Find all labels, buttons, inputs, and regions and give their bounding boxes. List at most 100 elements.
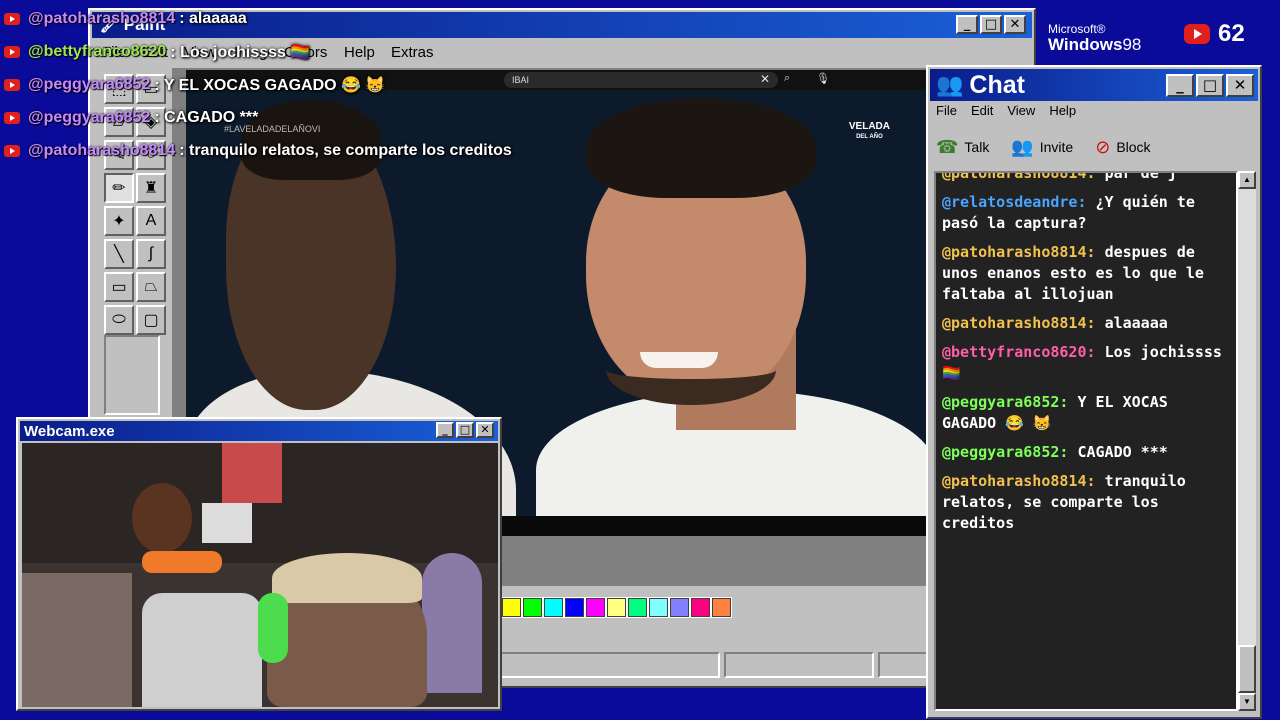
- chat-username: @peggyara6852:: [942, 393, 1069, 411]
- windows-label: Windows98: [1048, 35, 1141, 54]
- palette-swatch[interactable]: [543, 597, 564, 618]
- person-right-smile: [640, 352, 718, 368]
- chat-menu-file[interactable]: File: [936, 103, 957, 118]
- webcam-minimize-button[interactable]: _: [436, 422, 454, 438]
- text-tool-icon[interactable]: A: [136, 206, 166, 236]
- chat-close-button[interactable]: ✕: [1226, 74, 1254, 97]
- chat-username: @peggyara6852:: [942, 443, 1069, 461]
- chat-menu-edit[interactable]: Edit: [971, 103, 993, 118]
- palette-swatch[interactable]: [711, 597, 732, 618]
- windows98-logo: Microsoft® Windows98: [1048, 22, 1141, 54]
- overlay-username: @patoharasho8814: [28, 142, 176, 159]
- curve-tool-icon[interactable]: ∫: [136, 239, 166, 269]
- block-button[interactable]: ⊘ Block: [1095, 137, 1150, 158]
- scroll-thumb[interactable]: [1238, 645, 1256, 693]
- webcam-maximize-button[interactable]: □: [456, 422, 474, 438]
- rectangle-tool-icon[interactable]: ▭: [104, 272, 134, 302]
- chat-message-text: par de j: [1104, 171, 1177, 182]
- webcam-headset: [258, 593, 288, 663]
- webcam-joker-figure: [422, 553, 482, 693]
- youtube-icon: [4, 46, 20, 58]
- search-clear-icon[interactable]: ✕: [760, 72, 770, 86]
- overlay-message: : alaaaaa: [179, 10, 247, 27]
- tool-options-box[interactable]: [104, 335, 160, 415]
- chat-maximize-button[interactable]: □: [1196, 74, 1224, 97]
- search-icon[interactable]: ⌕: [784, 72, 790, 85]
- chat-scrollbar[interactable]: ▲ ▼: [1238, 171, 1256, 711]
- line-tool-icon[interactable]: ╲: [104, 239, 134, 269]
- scroll-up-button[interactable]: ▲: [1238, 171, 1256, 189]
- velada-logo: VELADA DEL AÑO: [849, 122, 890, 142]
- chat-message-text: alaaaaa: [1104, 314, 1168, 332]
- overlay-username: @patoharasho8814: [28, 10, 176, 27]
- palette-swatch[interactable]: [585, 597, 606, 618]
- webcam-teddy-bear: [132, 483, 192, 553]
- pencil-tool-icon[interactable]: ✏: [104, 173, 134, 203]
- chat-menubar: File Edit View Help: [936, 103, 1076, 118]
- talk-icon: ☎: [936, 136, 959, 157]
- block-label: Block: [1116, 139, 1151, 155]
- palette-swatch[interactable]: [564, 597, 585, 618]
- youtube-icon: [4, 79, 20, 91]
- chat-username: @patoharasho8814:: [942, 171, 1096, 182]
- chat-minimize-button[interactable]: _: [1166, 74, 1194, 97]
- chat-message: @peggyara6852: CAGADO ***: [942, 442, 1230, 463]
- chat-menu-view[interactable]: View: [1007, 103, 1035, 118]
- invite-button[interactable]: 👥 Invite: [1011, 137, 1073, 158]
- chat-menu-help[interactable]: Help: [1049, 103, 1076, 118]
- webcam-close-button[interactable]: ✕: [476, 422, 494, 438]
- windows-word: Windows: [1048, 35, 1123, 54]
- overlay-username: @peggyara6852: [28, 109, 151, 126]
- webcam-play-button-award: [202, 503, 252, 543]
- webcam-cap: [272, 553, 422, 603]
- menu-extras[interactable]: Extras: [391, 44, 434, 61]
- overlay-chat-line: @peggyara6852: CAGADO ***: [4, 105, 258, 131]
- polygon-tool-icon[interactable]: ⏢: [136, 272, 166, 302]
- chat-titlebar[interactable]: 👥 Chat _ □ ✕: [930, 69, 1258, 101]
- airbrush-tool-icon[interactable]: ✦: [104, 206, 134, 236]
- chat-log[interactable]: @patoharasho8814: par de j @relatosdeandr…: [934, 171, 1238, 711]
- chat-username: @patoharasho8814:: [942, 243, 1096, 261]
- chat-window: 👥 Chat _ □ ✕ File Edit View Help ☎ Talk …: [926, 65, 1262, 719]
- palette-swatch[interactable]: [606, 597, 627, 618]
- person-right-beard: [606, 335, 776, 405]
- palette-swatch[interactable]: [522, 597, 543, 618]
- webcam-titlebar[interactable]: Webcam.exe _ □ ✕: [20, 421, 498, 441]
- talk-button[interactable]: ☎ Talk: [936, 137, 989, 158]
- color-palette: [501, 597, 732, 618]
- video-search-input[interactable]: IBAI: [504, 72, 778, 88]
- microphone-icon[interactable]: 🎙: [816, 72, 830, 85]
- palette-swatch[interactable]: [669, 597, 690, 618]
- palette-swatch[interactable]: [690, 597, 711, 618]
- youtube-icon: [4, 112, 20, 124]
- rounded-rect-tool-icon[interactable]: ▢: [136, 305, 166, 335]
- viewer-count: 62: [1184, 20, 1245, 48]
- ellipse-tool-icon[interactable]: ⬭: [104, 305, 134, 335]
- palette-swatch[interactable]: [501, 597, 522, 618]
- invite-icon: 👥: [1011, 136, 1034, 157]
- person-right-hair: [586, 98, 816, 198]
- chat-username: @patoharasho8814:: [942, 472, 1096, 490]
- close-button[interactable]: ✕: [1004, 15, 1026, 34]
- chat-message: @relatosdeandre: ¿Y quién te pasó la cap…: [942, 192, 1230, 234]
- brush-tool-icon[interactable]: ♜: [136, 173, 166, 203]
- minimize-button[interactable]: _: [956, 15, 978, 34]
- chat-message: @patoharasho8814: tranquilo relatos, se …: [942, 471, 1230, 534]
- chat-message: @patoharasho8814: par de j: [942, 171, 1230, 184]
- overlay-chat-line: @patoharasho8814: alaaaaa: [4, 6, 247, 32]
- menu-help[interactable]: Help: [344, 44, 375, 61]
- webcam-poster: [222, 443, 282, 503]
- maximize-button[interactable]: □: [980, 15, 1002, 34]
- overlay-message: : Y EL XOCAS GAGADO 😂 😸: [154, 77, 386, 94]
- palette-swatch[interactable]: [627, 597, 648, 618]
- overlay-message: : CAGADO ***: [154, 109, 259, 126]
- scroll-down-button[interactable]: ▼: [1238, 693, 1256, 711]
- webcam-feed: [22, 443, 498, 707]
- chat-message: @peggyara6852: Y EL XOCAS GAGADO 😂 😸: [942, 392, 1230, 434]
- chat-username: @relatosdeandre:: [942, 193, 1087, 211]
- youtube-icon: [1184, 24, 1210, 44]
- overlay-username: @peggyara6852: [28, 76, 151, 93]
- chat-title-text: Chat: [969, 70, 1025, 99]
- webcam-balls: [142, 551, 222, 573]
- palette-swatch[interactable]: [648, 597, 669, 618]
